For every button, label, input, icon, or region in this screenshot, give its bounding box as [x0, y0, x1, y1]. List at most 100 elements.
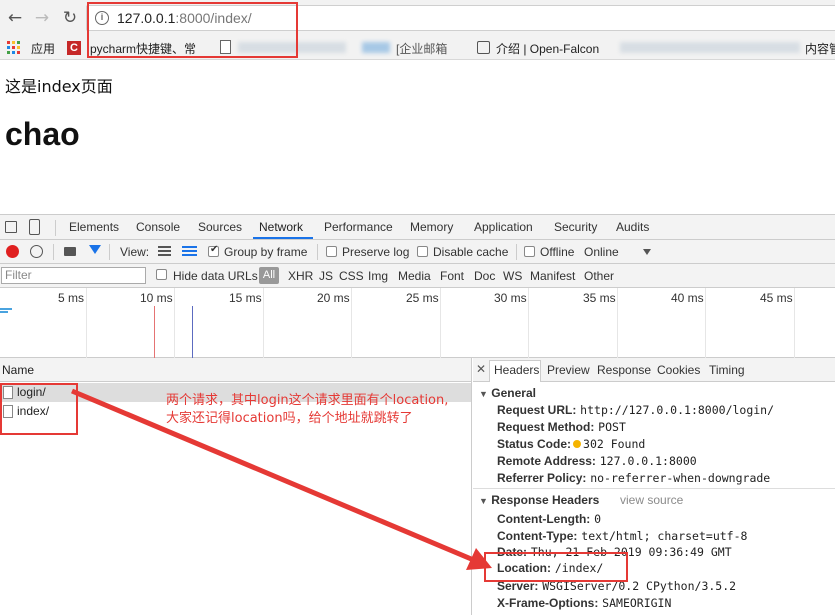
response-headers-section-header[interactable]: ▼ Response Headers — [479, 493, 599, 507]
filter-type-xhr[interactable]: XHR — [288, 269, 313, 283]
bookmark-mail[interactable]: [企业邮箱 — [396, 40, 447, 57]
timeline-gridline — [617, 288, 618, 358]
disable-cache-checkbox[interactable] — [417, 246, 428, 257]
timeline-gridline — [440, 288, 441, 358]
timeline-gridline — [794, 288, 795, 358]
annotation-line-1: 两个请求，其中login这个请求里面有个location, — [166, 393, 449, 408]
tab-headers[interactable]: Headers — [494, 363, 539, 377]
view-source-link[interactable]: view source — [620, 493, 683, 507]
header-key: Status Code: — [497, 437, 572, 451]
header-row: Content-Length: 0 — [497, 512, 601, 526]
separator — [53, 244, 54, 260]
filter-type-doc[interactable]: Doc — [474, 269, 495, 283]
pycharm-favicon-icon: C — [67, 41, 81, 55]
record-icon[interactable] — [6, 245, 19, 258]
tab-sources[interactable]: Sources — [198, 220, 242, 234]
header-value: text/html; charset=utf-8 — [581, 529, 748, 543]
header-row: Remote Address: 127.0.0.1:8000 — [497, 454, 697, 468]
tab-elements[interactable]: Elements — [69, 220, 119, 234]
response-headers-title: Response Headers — [491, 493, 600, 507]
dom-content-loaded-line — [192, 306, 193, 358]
filter-row: Filter Hide data URLs All XHR JS CSS Img… — [0, 264, 835, 288]
tab-console[interactable]: Console — [136, 220, 180, 234]
filter-type-media[interactable]: Media — [398, 269, 431, 283]
hide-data-urls-checkbox[interactable] — [156, 269, 167, 280]
tab-security[interactable]: Security — [554, 220, 597, 234]
tab-cookies[interactable]: Cookies — [657, 363, 700, 377]
header-value: SAMEORIGIN — [602, 596, 672, 610]
header-key: Content-Length: — [497, 512, 591, 526]
timeline-gridline — [528, 288, 529, 358]
clear-icon[interactable] — [30, 245, 43, 258]
header-value: 302 Found — [583, 437, 646, 451]
preserve-log-checkbox[interactable] — [326, 246, 337, 257]
filter-type-css[interactable]: CSS — [339, 269, 364, 283]
network-toolbar: View: Group by frame Preserve log Disabl… — [0, 240, 835, 264]
header-value: 0 — [594, 512, 602, 526]
status-dot-icon — [573, 440, 582, 448]
offline-label: Offline — [540, 245, 575, 259]
timeline-gridline — [705, 288, 706, 358]
filter-type-js[interactable]: JS — [319, 269, 333, 283]
reload-icon[interactable]: ↻ — [61, 9, 79, 27]
filter-funnel-icon[interactable] — [89, 245, 101, 254]
header-key: Request Method: — [497, 420, 595, 434]
filter-type-img[interactable]: Img — [368, 269, 388, 283]
group-by-frame-checkbox[interactable] — [208, 244, 219, 257]
bookmark-apps[interactable]: 应用 — [31, 40, 55, 57]
filter-type-manifest[interactable]: Manifest — [530, 269, 575, 283]
timeline-label: 15 ms — [229, 291, 262, 305]
back-icon[interactable]: ← — [6, 9, 24, 27]
hide-data-urls-label: Hide data URLs — [173, 269, 258, 283]
bookmark-open-falcon[interactable]: 介绍 | Open-Falcon — [496, 40, 599, 57]
tab-timing[interactable]: Timing — [709, 363, 745, 377]
timeline-gridline — [263, 288, 264, 358]
timeline-bar — [0, 311, 8, 313]
tab-application[interactable]: Application — [474, 220, 533, 234]
throttling-select[interactable]: Online — [584, 245, 619, 259]
close-icon[interactable]: ✕ — [476, 362, 486, 376]
annotation-line-2: 大家还记得location吗，给个地址就跳转了 — [166, 411, 413, 426]
tab-performance[interactable]: Performance — [324, 220, 393, 234]
name-column-header[interactable]: Name — [2, 363, 34, 377]
chevron-down-icon[interactable] — [643, 249, 651, 255]
general-title: General — [491, 386, 536, 400]
filter-type-all[interactable]: All — [259, 267, 279, 284]
device-toolbar-icon[interactable] — [29, 219, 40, 235]
filter-type-font[interactable]: Font — [440, 269, 464, 283]
header-key: Referrer Policy: — [497, 471, 587, 485]
filter-input[interactable]: Filter — [1, 267, 146, 284]
header-value: no-referrer-when-downgrade — [590, 471, 771, 485]
header-row: X-Frame-Options: SAMEORIGIN — [497, 596, 671, 610]
bookmark-more[interactable]: 内容管 — [805, 40, 835, 57]
requests-header: Name — [0, 358, 472, 382]
header-value: POST — [598, 420, 626, 434]
tab-preview[interactable]: Preview — [547, 363, 590, 377]
apps-grid-icon[interactable] — [7, 41, 20, 54]
header-row: Status Code: 302 Found — [497, 437, 645, 451]
screenshot-camera-icon[interactable] — [64, 247, 76, 256]
filter-type-ws[interactable]: WS — [503, 269, 522, 283]
filter-type-other[interactable]: Other — [584, 269, 614, 283]
general-section-header[interactable]: ▼ General — [479, 386, 536, 400]
header-key: Content-Type: — [497, 529, 578, 543]
inspect-element-icon[interactable] — [5, 221, 17, 233]
waterfall-icon[interactable] — [182, 246, 197, 257]
timeline-overview[interactable]: 5 ms 10 ms 15 ms 20 ms 25 ms 30 ms 35 ms… — [0, 288, 835, 358]
annotation-text: 两个请求，其中login这个请求里面有个location, 大家还记得locat… — [166, 392, 448, 428]
large-rows-icon[interactable] — [158, 246, 171, 257]
section-divider — [473, 488, 835, 489]
bookmark-favicon-icon — [477, 41, 490, 54]
disable-cache-label: Disable cache — [433, 245, 509, 259]
page-text: 这是index页面 — [5, 77, 113, 96]
offline-checkbox[interactable] — [524, 246, 535, 257]
tab-network[interactable]: Network — [259, 220, 303, 234]
tab-audits[interactable]: Audits — [616, 220, 649, 234]
tab-response[interactable]: Response — [597, 363, 651, 377]
timeline-gridline — [351, 288, 352, 358]
header-key: Request URL: — [497, 403, 577, 417]
timeline-label: 40 ms — [671, 291, 704, 305]
forward-icon[interactable]: → — [33, 9, 51, 27]
tab-memory[interactable]: Memory — [410, 220, 453, 234]
timeline-label: 25 ms — [406, 291, 439, 305]
